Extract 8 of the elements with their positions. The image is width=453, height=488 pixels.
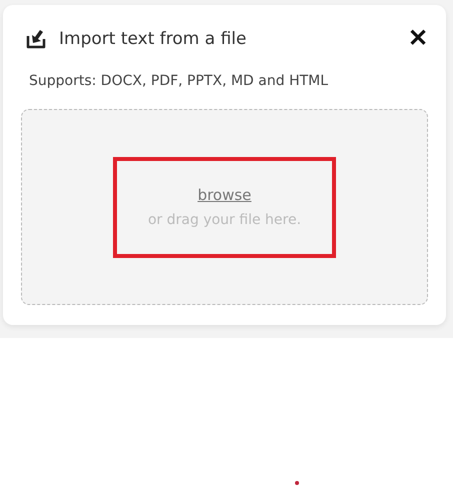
drop-zone[interactable]: browse or drag your file here. [21,109,428,305]
dot-mark [295,481,299,485]
browse-link[interactable]: browse [198,186,252,204]
dialog-title: Import text from a file [59,29,248,49]
drag-hint: or drag your file here. [148,212,302,228]
close-button[interactable]: ✕ [408,27,428,51]
supported-formats-text: Supports: DOCX, PDF, PPTX, MD and HTML [29,73,330,89]
import-icon [25,28,47,50]
